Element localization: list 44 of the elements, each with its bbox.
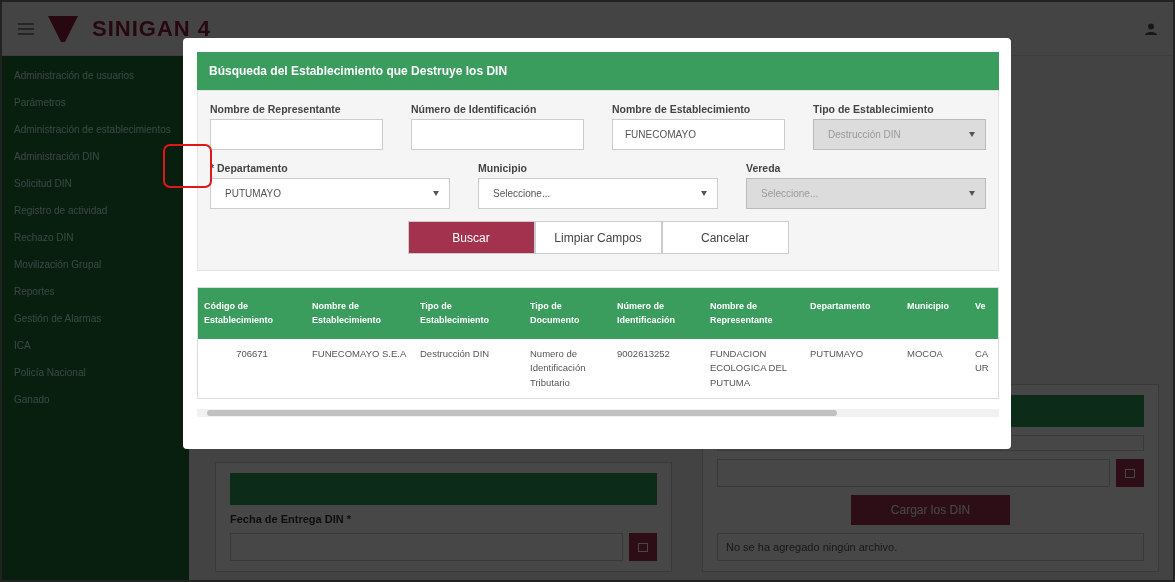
app-logo: SINIGAN 4	[92, 15, 212, 42]
action-button[interactable]: Cancelar	[661, 221, 789, 254]
select-field: Destrucción DIN	[813, 119, 986, 150]
table-cell: Destrucción DIN	[414, 339, 524, 398]
field-label: Municipio	[478, 162, 528, 174]
field-label: Nombre de Representante	[210, 103, 342, 115]
input-field[interactable]	[210, 119, 383, 150]
caret-icon	[433, 191, 439, 196]
table-cell: PUTUMAYO	[804, 339, 901, 398]
caret-icon	[969, 191, 975, 196]
column-header[interactable]: Número de Identificación	[611, 288, 704, 339]
field-label: Fecha de Entrega DIN *	[230, 513, 353, 525]
field-label: Tipo de Establecimiento	[813, 103, 935, 115]
dialog-title: Búsqueda del Establecimiento que Destruye los DIN	[197, 52, 999, 90]
table-cell: FUNECOMAYO S.E.A	[306, 339, 414, 398]
input-field[interactable]: FUNECOMAYO	[612, 119, 785, 150]
field-label: Número de Identificación	[411, 103, 538, 115]
column-header[interactable]: Código de Establecimiento	[198, 288, 306, 339]
column-header[interactable]: Municipio	[901, 288, 969, 339]
field-label: Nombre de Establecimiento	[612, 103, 752, 115]
highlight-frame	[163, 144, 212, 188]
column-header[interactable]: Nombre de Representante	[704, 288, 804, 339]
column-header[interactable]: Nombre de Establecimiento	[306, 288, 414, 339]
caret-icon	[969, 132, 975, 137]
scrollbar-thumb[interactable]	[207, 409, 837, 416]
input-field[interactable]	[411, 119, 584, 150]
field-label: Vereda	[746, 162, 782, 174]
select-field[interactable]: PUTUMAYO	[210, 178, 450, 209]
column-header[interactable]: Departamento	[804, 288, 901, 339]
column-header[interactable]: Ve	[969, 288, 998, 339]
table-cell: CA UR	[969, 339, 998, 398]
table-cell: 706671	[198, 339, 306, 398]
action-button[interactable]: Limpiar Campos	[534, 221, 662, 254]
column-header[interactable]: Tipo de Establecimiento	[414, 288, 524, 339]
table-cell: 9002613252	[611, 339, 704, 398]
select-field: Seleccione...	[746, 178, 986, 209]
table-cell: Numero de Identificación Tributario	[524, 339, 611, 398]
search-button[interactable]: Buscar	[407, 221, 535, 254]
scrollbar-track[interactable]	[197, 408, 999, 417]
table-cell: MOCOA	[901, 339, 969, 398]
caret-icon	[701, 191, 707, 196]
select-field[interactable]: Seleccione...	[478, 178, 718, 209]
column-header[interactable]: Tipo de Documento	[524, 288, 611, 339]
table-cell: FUNDACION ECOLOGICA DEL PUTUMA	[704, 339, 804, 398]
